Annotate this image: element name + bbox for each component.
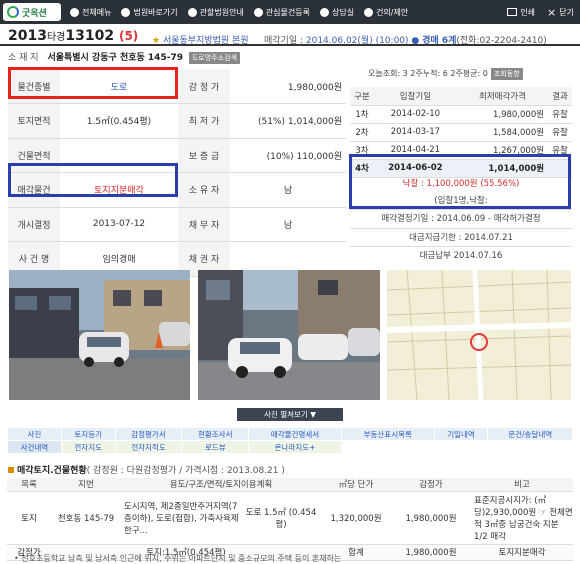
chevron-down-icon: ▼	[310, 410, 316, 419]
tab-e-cadastral[interactable]: 전자지적도	[114, 440, 183, 454]
case-number: 2013타경13102 (5)	[8, 28, 139, 44]
land-row: 토지 천호동 145-79 도시지역, 제2종일반주거지역(7층이하), 도로(…	[7, 491, 573, 545]
logo-icon: G	[7, 6, 19, 18]
pencil-icon	[364, 7, 374, 17]
tab-photo[interactable]: 사진	[7, 427, 62, 441]
top-menu: 전체메뉴 법원바로가기 관할법원안내 관심물건등록 상담실 건의/제안	[70, 0, 418, 24]
deposit: (10%) 110,000원	[230, 138, 346, 173]
view-trend-button[interactable]: 조회동향	[490, 68, 523, 80]
tab-e-map[interactable]: 전자지도	[60, 440, 116, 454]
top-right: 인쇄 × 닫기	[495, 0, 574, 24]
street-photo-1	[9, 270, 190, 400]
tab-appraisal[interactable]: 감정평가서	[114, 427, 183, 441]
highlight-sale-object	[8, 163, 178, 197]
tabs-row: 사건내역 전자지도 전자지적도 로드뷰 온나라지도+	[7, 440, 573, 454]
land-header: 목록 지번 용도/구조/면적/토지이용계획 ㎡당 단가 감정가 비고	[7, 478, 573, 492]
tab-land-registry[interactable]: 토지등기	[60, 427, 116, 441]
bid-row: 1차 2014-02-10 1,980,000원 유찰	[350, 105, 572, 124]
menu-icon	[70, 7, 79, 17]
print-icon	[507, 8, 518, 16]
top-bar: G굿옥션 전체메뉴 법원바로가기 관할법원안내 관심물건등록 상담실 건의/제안…	[0, 0, 580, 24]
star-icon: ★	[152, 36, 161, 46]
location-map[interactable]	[387, 270, 571, 400]
tab-sale-statement[interactable]: 매각물건명세서	[248, 427, 342, 441]
sale-phone: (전화:02-2204-2410)	[456, 36, 547, 46]
info-row: 토지면적 1.5㎡(0.454평) 최 저 가 (51%) 1,014,000원	[8, 103, 346, 139]
expand-photos-button[interactable]: 사진 펼쳐보기 ▼	[237, 408, 343, 421]
menu-all[interactable]: 전체메뉴	[70, 7, 111, 18]
court-name[interactable]: ★ 서울동부지방법원 본원	[152, 33, 249, 46]
court-icon	[121, 7, 131, 17]
bullet-icon	[8, 467, 14, 473]
appraisal-value: 1,980,000원	[230, 69, 346, 104]
close-button[interactable]: × 닫기	[547, 6, 574, 19]
info-row: 개시결정 2013-07-12 채 무 자 남	[8, 207, 346, 242]
tab-onnara-map[interactable]: 온나라지도+	[248, 440, 342, 454]
sale-date: 2014.06.02(월) (10:00)	[305, 36, 409, 46]
tab-empty	[487, 440, 573, 454]
tab-roadview[interactable]: 로드뷰	[181, 440, 250, 454]
payment-date: 대금납부 2014.07.16	[350, 246, 572, 264]
close-icon: ×	[547, 5, 557, 19]
address-row: 소 재 지 서울특별시 강동구 천호동 145-79 도로명주소검색	[8, 50, 240, 64]
menu-watchlist[interactable]: 관심물건등록	[253, 7, 310, 18]
sale-info: 매각기일 : 2014.06.02(월) (10:00) ● 경매 6계(전화:…	[264, 33, 547, 46]
menu-court-link[interactable]: 법원바로가기	[121, 7, 178, 18]
tab-documents[interactable]: 문건/송달내역	[487, 427, 573, 441]
land-section-title: 매각토지.건물현황( 감정원 : 다원감정평가 / 가격시점 : 2013.08…	[8, 463, 285, 476]
info-icon	[187, 7, 197, 17]
menu-consult[interactable]: 상담실	[319, 7, 354, 18]
highlight-property-type	[8, 67, 178, 99]
view-stats: 오늘조회: 3 2주누적: 6 2주평균: 0 조회동향	[368, 68, 523, 80]
logo[interactable]: G굿옥션	[3, 3, 61, 21]
payment-deadline: 대금지급기한 : 2014.07.21	[350, 228, 572, 246]
location-note: • 천호초등학교 남측 및 남서측 인근에 위치, 주위는 아파트단지 및 중소…	[14, 554, 342, 563]
menu-suggest[interactable]: 건의/제안	[364, 7, 408, 18]
tab-survey[interactable]: 현황조사서	[181, 427, 250, 441]
bid-header: 구분 입찰기일 최저매각가격 결과	[350, 87, 572, 106]
minimum-price: (51%) 1,014,000원	[230, 103, 346, 139]
tab-property-list[interactable]: 부동산표시목록	[340, 427, 435, 441]
land-note: 표준지공시지가: (㎡당)2,930,000원 ☞ 전체면적 3㎡중 남궁건숙 …	[471, 491, 573, 545]
tabs-row: 사진 토지등기 감정평가서 현황조사서 매각물건명세서 부동산표시목록 기일내역…	[7, 427, 573, 441]
tab-empty	[340, 440, 435, 454]
menu-court-info[interactable]: 관할법원안내	[187, 7, 244, 18]
land-area: 도로 1.5㎡ (0.454평)	[241, 491, 321, 545]
sale-label: 매각기일 :	[264, 36, 306, 46]
chat-icon	[319, 7, 329, 17]
star-icon	[253, 7, 263, 17]
address: 서울특별시 강동구 천호동 145-79	[47, 53, 183, 63]
street-photo-2	[198, 270, 380, 400]
bid-row: 2차 2014-03-17 1,584,000원 유찰	[350, 123, 572, 142]
tab-empty	[433, 440, 489, 454]
tab-case-history[interactable]: 사건내역	[7, 440, 62, 454]
road-address-button[interactable]: 도로명주소검색	[188, 52, 240, 64]
cadastral-map	[387, 270, 571, 400]
highlight-sold	[349, 154, 571, 209]
tab-dates[interactable]: 기일내역	[433, 427, 489, 441]
property-photo[interactable]	[198, 270, 380, 400]
land-use: 도시지역, 제2종일반주거지역(7층이하), 도로(접합), 가축사육제한구..…	[121, 491, 241, 545]
dept-marker: ●	[411, 36, 420, 46]
document-tabs: 사진 토지등기 감정평가서 현황조사서 매각물건명세서 부동산표시목록 기일내역…	[7, 427, 573, 454]
case-title-bar: 2013타경13102 (5) ★ 서울동부지방법원 본원 매각기일 : 201…	[0, 24, 580, 46]
print-button[interactable]: 인쇄	[507, 7, 535, 18]
land-table: 목록 지번 용도/구조/면적/토지이용계획 ㎡당 단가 감정가 비고 토지 천호…	[7, 478, 573, 561]
sale-decision: 매각결정기일 : 2014.06.09 - 매각허가결정	[350, 209, 572, 228]
property-photo[interactable]	[9, 270, 190, 400]
sale-dept: 경매 6계	[422, 36, 457, 46]
